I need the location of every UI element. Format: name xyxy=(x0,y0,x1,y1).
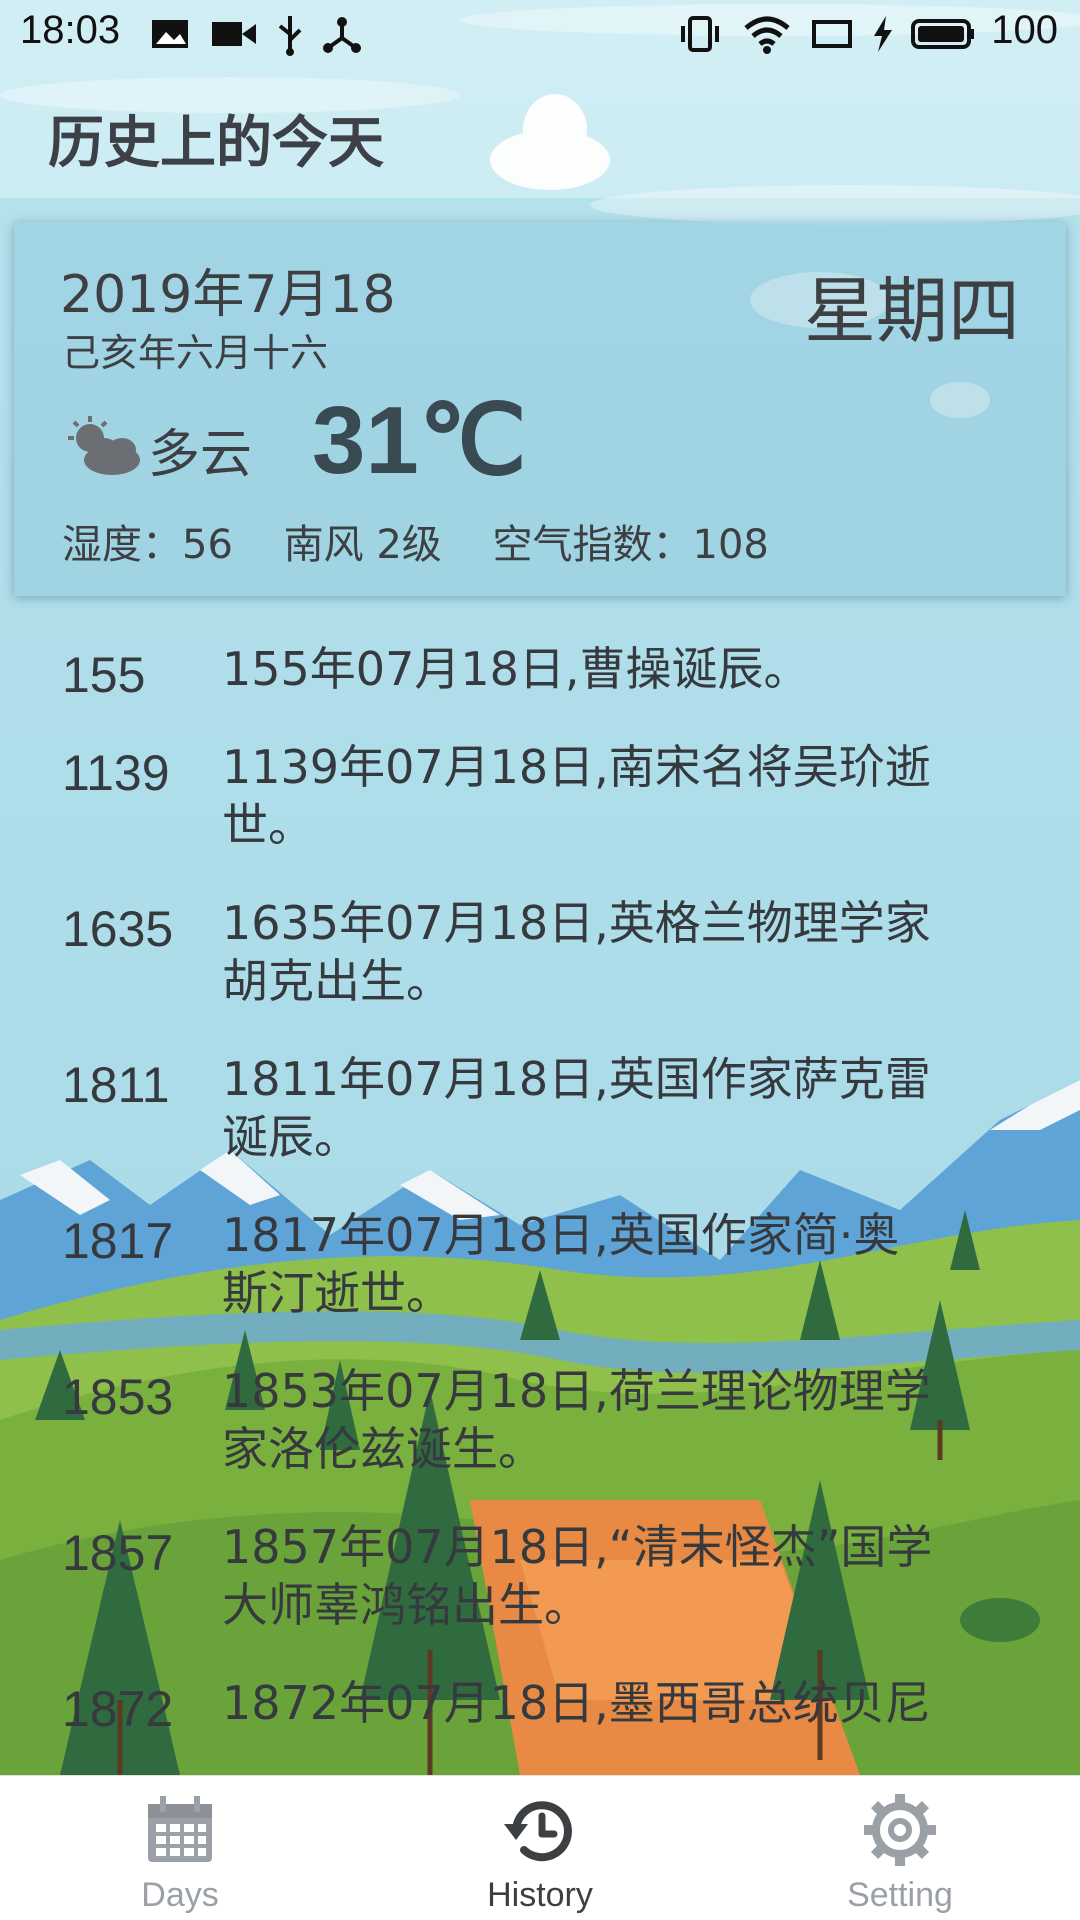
event-text: 1817年07月18日,英国作家简·奥斯汀逝世。 xyxy=(222,1208,900,1320)
list-item: 1853 1853年07月18日,荷兰理论物理学家洛伦兹诞生。 xyxy=(0,1362,1080,1478)
bottom-navigation: Days History Setting xyxy=(0,1775,1080,1920)
event-year: 1635 xyxy=(62,901,174,957)
list-item: 1139 1139年07月18日,南宋名将吴玠逝世。 xyxy=(0,738,1080,854)
wind-text: 南风 2级 xyxy=(283,522,442,568)
nav-label-setting: Setting xyxy=(847,1876,953,1914)
gear-icon xyxy=(864,1794,936,1866)
nav-item-setting[interactable]: Setting xyxy=(720,1776,1080,1920)
list-item: 1817 1817年07月18日,英国作家简·奥斯汀逝世。 xyxy=(0,1206,1080,1322)
list-item: 1872 1872年07月18日,墨西哥总统贝尼 xyxy=(0,1674,1080,1737)
vibrate-icon xyxy=(681,16,719,52)
app-screen: 18:03 100 历史上的今天 2019年7月18 己亥年六月十六 星期四 多… xyxy=(0,0,1080,1920)
nav-item-history[interactable]: History xyxy=(360,1776,720,1920)
image-icon xyxy=(152,20,188,48)
event-year: 1817 xyxy=(62,1213,174,1269)
weather-card: 2019年7月18 己亥年六月十六 星期四 多云 31℃ 湿度：56 南风 2级… xyxy=(14,222,1066,596)
charging-icon xyxy=(874,16,892,52)
air-quality-text: 空气指数：108 xyxy=(492,522,769,568)
weather-details: 湿度：56 南风 2级 空气指数：108 xyxy=(62,512,807,570)
nav-item-days[interactable]: Days xyxy=(0,1776,360,1920)
video-icon xyxy=(212,22,256,46)
list-item: 155 155年07月18日,曹操诞辰。 xyxy=(0,640,1080,703)
list-item: 1635 1635年07月18日,英格兰物理学家胡克出生。 xyxy=(0,894,1080,1010)
event-text: 1872年07月18日,墨西哥总统贝尼 xyxy=(222,1676,931,1730)
event-year: 1857 xyxy=(62,1525,174,1581)
history-icon xyxy=(504,1801,572,1862)
battery-level: 100 xyxy=(991,8,1058,52)
list-item: 1811 1811年07月18日,英国作家萨克雷诞辰。 xyxy=(0,1050,1080,1166)
event-year: 1811 xyxy=(62,1057,170,1113)
event-text: 1857年07月18日,“清末怪杰”国学大师辜鸿铭出生。 xyxy=(222,1520,933,1632)
humidity-text: 湿度：56 xyxy=(62,522,233,568)
app-header: 历史上的今天 xyxy=(0,68,1080,198)
wifi-icon xyxy=(744,16,790,54)
battery-icon xyxy=(911,19,974,49)
weather-condition: 多云 xyxy=(148,425,253,485)
event-year: 1853 xyxy=(62,1369,174,1425)
list-item: 1857 1857年07月18日,“清末怪杰”国学大师辜鸿铭出生。 xyxy=(0,1518,1080,1634)
temperature-text: 31℃ xyxy=(312,387,527,494)
share-icon xyxy=(323,17,361,53)
page-title: 历史上的今天 xyxy=(48,111,384,176)
calendar-icon xyxy=(148,1796,212,1862)
partly-cloudy-icon xyxy=(68,416,140,475)
lunar-date-text: 己亥年六月十六 xyxy=(62,331,329,375)
event-text: 1811年07月18日,英国作家萨克雷诞辰。 xyxy=(222,1052,931,1164)
usb-icon xyxy=(278,16,302,56)
event-text: 1635年07月18日,英格兰物理学家胡克出生。 xyxy=(222,896,931,1008)
date-text: 2019年7月18 xyxy=(60,265,396,325)
nav-label-history: History xyxy=(487,1876,593,1914)
screen-icon xyxy=(812,20,852,48)
event-year: 1872 xyxy=(62,1681,174,1737)
nav-label-days: Days xyxy=(141,1876,219,1914)
event-text: 1139年07月18日,南宋名将吴玠逝世。 xyxy=(222,740,931,852)
event-year: 155 xyxy=(62,647,146,703)
status-bar: 18:03 100 xyxy=(0,0,1080,68)
status-time: 18:03 xyxy=(20,8,121,52)
history-event-list[interactable]: 155 155年07月18日,曹操诞辰。 1139 1139年07月18日,南宋… xyxy=(0,640,1080,1775)
event-year: 1139 xyxy=(62,745,170,801)
event-text: 155年07月18日,曹操诞辰。 xyxy=(222,642,810,696)
event-text: 1853年07月18日,荷兰理论物理学家洛伦兹诞生。 xyxy=(222,1364,931,1476)
weekday-text: 星期四 xyxy=(803,269,1020,353)
